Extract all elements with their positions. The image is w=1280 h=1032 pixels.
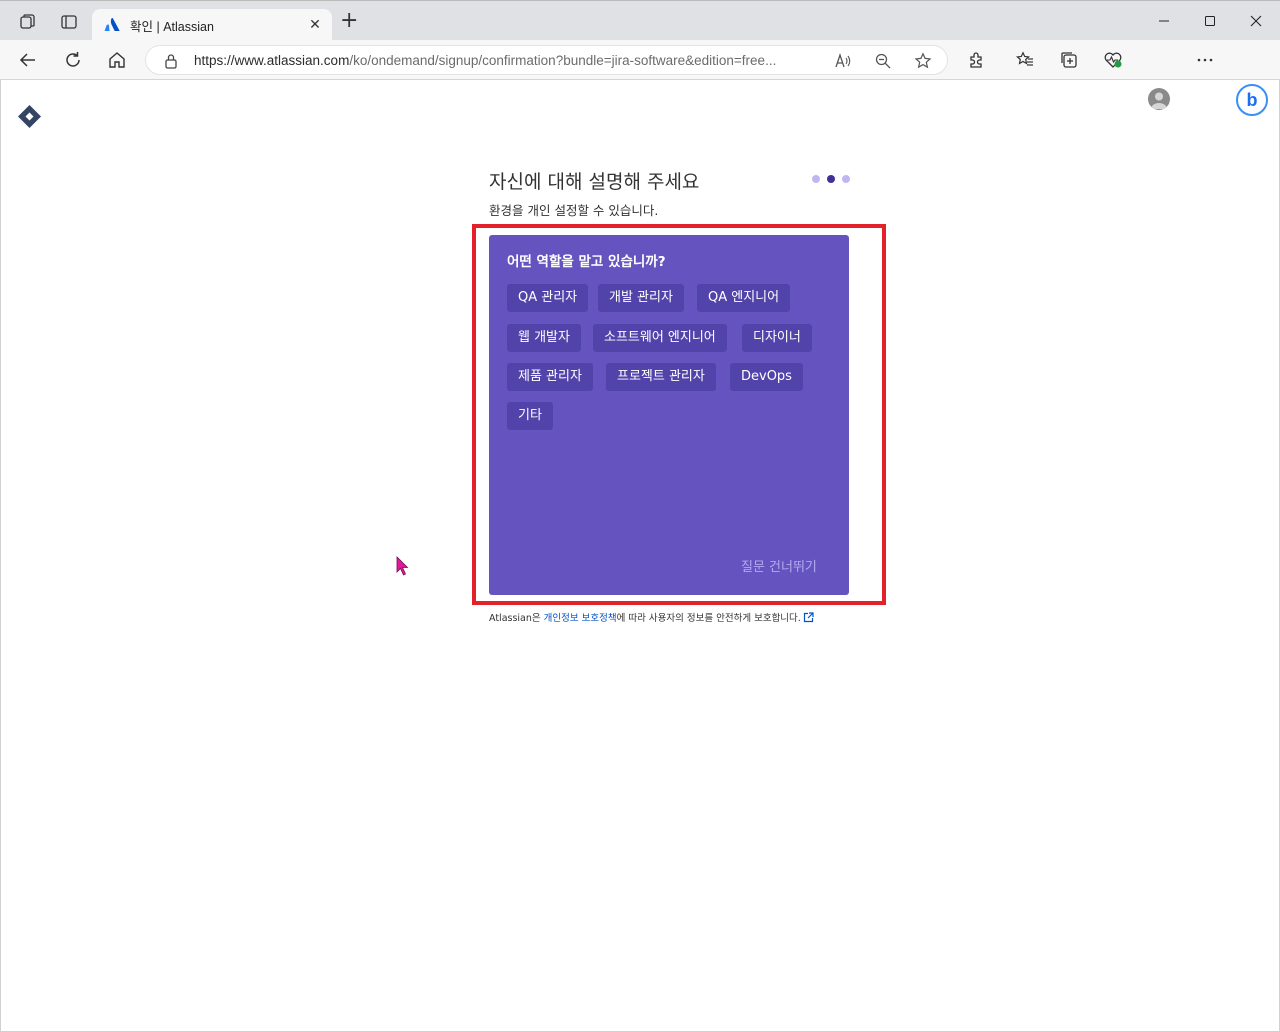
privacy-note: Atlassian은 개인정보 보호정책에 따라 사용자의 정보를 안전하게 보… — [489, 610, 814, 624]
mouse-cursor-icon — [396, 556, 409, 576]
minimize-icon[interactable] — [1154, 11, 1174, 31]
browser-titlebar: 확인 | Atlassian ✕ + — [0, 0, 1280, 41]
privacy-policy-link[interactable]: 개인정보 보호정책 — [544, 613, 617, 624]
favorites-icon[interactable] — [1015, 50, 1035, 70]
tab-active[interactable]: 확인 | Atlassian ✕ — [92, 9, 332, 41]
role-option-software-engineer[interactable]: 소프트웨어 엔지니어 — [593, 324, 727, 352]
browser-essentials-icon[interactable] — [1103, 50, 1123, 70]
external-link-icon[interactable] — [803, 612, 814, 623]
page-subtitle: 환경을 개인 설정할 수 있습니다. — [489, 203, 659, 218]
role-option-designer[interactable]: 디자이너 — [742, 324, 812, 352]
role-option-web-developer[interactable]: 웹 개발자 — [507, 324, 581, 352]
refresh-icon[interactable] — [63, 50, 83, 70]
lock-icon[interactable] — [164, 53, 178, 69]
tab-close-icon[interactable]: ✕ — [306, 16, 324, 34]
new-tab-icon[interactable]: + — [340, 10, 358, 32]
skip-question-link[interactable]: 질문 건너뛰기 — [741, 556, 817, 575]
privacy-note-suffix: 에 따라 사용자의 정보를 안전하게 보호합니다. — [616, 613, 801, 624]
workspaces-icon[interactable] — [18, 13, 36, 31]
home-icon[interactable] — [107, 50, 127, 70]
browser-toolbar: https://www.atlassian.com/ko/ondemand/si… — [0, 40, 1280, 116]
collections-icon[interactable] — [1059, 50, 1079, 70]
url-text[interactable]: https://www.atlassian.com/ko/ondemand/si… — [194, 53, 824, 68]
role-option-qa-manager[interactable]: QA 관리자 — [507, 284, 589, 312]
role-option-other[interactable]: 기타 — [507, 402, 553, 430]
maximize-icon[interactable] — [1200, 11, 1220, 31]
step-dot — [812, 175, 820, 183]
role-question-card: 어떤 역할을 맡고 있습니까? QA 관리자 개발 관리자 QA 엔지니어 웹 … — [489, 235, 849, 595]
close-window-icon[interactable] — [1246, 11, 1266, 31]
role-option-devops[interactable]: DevOps — [730, 363, 803, 391]
privacy-note-prefix: Atlassian은 — [489, 613, 544, 624]
role-option-project-manager[interactable]: 프로젝트 관리자 — [606, 363, 716, 391]
role-option-dev-manager[interactable]: 개발 관리자 — [598, 284, 684, 312]
zoom-out-icon[interactable] — [874, 52, 892, 70]
extensions-icon[interactable] — [966, 50, 986, 70]
role-question: 어떤 역할을 맡고 있습니까? — [507, 254, 666, 270]
address-field[interactable]: https://www.atlassian.com/ko/ondemand/si… — [145, 45, 948, 75]
step-dot — [842, 175, 850, 183]
role-option-qa-engineer[interactable]: QA 엔지니어 — [697, 284, 791, 312]
jira-logo-icon — [18, 105, 41, 128]
step-dot-active — [827, 175, 835, 183]
tab-title: 확인 | Atlassian — [130, 19, 214, 34]
more-options-icon[interactable] — [1195, 50, 1215, 70]
atlassian-icon — [104, 17, 120, 31]
favorite-star-icon[interactable] — [914, 52, 932, 70]
read-aloud-icon[interactable] — [834, 52, 852, 70]
role-option-product-manager[interactable]: 제품 관리자 — [507, 363, 593, 391]
tab-actions-icon[interactable] — [60, 13, 78, 31]
page-title: 자신에 대해 설명해 주세요 — [489, 171, 700, 193]
back-icon[interactable] — [18, 50, 38, 70]
step-indicator — [812, 175, 850, 183]
